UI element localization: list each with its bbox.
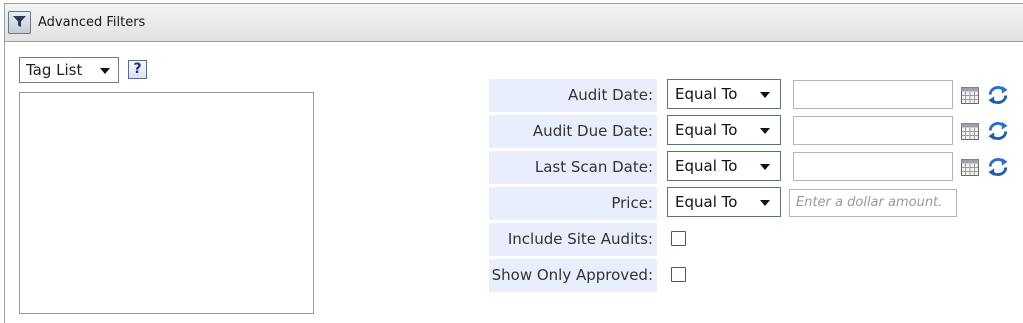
panel-header: Advanced Filters [5, 4, 1023, 42]
price-label: Price: [489, 187, 657, 220]
filter-toggle-button[interactable] [8, 11, 31, 34]
help-icon: ? [133, 61, 142, 77]
price-operator-value: Equal To [675, 193, 738, 211]
last-scan-date-input[interactable] [793, 152, 953, 181]
show-only-approved-checkbox[interactable] [671, 267, 686, 282]
audit-date-input[interactable] [793, 80, 953, 109]
last-scan-date-operator-select[interactable]: Equal To [667, 151, 781, 181]
refresh-icon[interactable] [987, 121, 1009, 141]
filter-row-show-only-approved: Show Only Approved: [489, 259, 1009, 292]
chevron-down-icon [760, 164, 770, 170]
calendar-icon[interactable] [961, 123, 979, 140]
include-site-audits-checkbox[interactable] [671, 231, 686, 246]
filter-row-price: Price: Equal To Enter a dollar amount. [489, 187, 1009, 220]
filter-row-include-site-audits: Include Site Audits: [489, 223, 1009, 256]
refresh-icon[interactable] [987, 157, 1009, 177]
audit-date-operator-select[interactable]: Equal To [667, 79, 781, 109]
audit-due-date-input[interactable] [793, 116, 953, 145]
filter-row-audit-due-date: Audit Due Date: Equal To [489, 115, 1009, 148]
audit-due-date-operator-value: Equal To [675, 121, 738, 139]
funnel-icon [13, 13, 26, 32]
chevron-down-icon [100, 68, 110, 74]
tag-list-dropdown[interactable]: Tag List [19, 57, 119, 83]
help-button[interactable]: ? [128, 60, 147, 79]
filter-row-last-scan-date: Last Scan Date: Equal To [489, 151, 1009, 184]
tag-list-selected-value: Tag List [26, 61, 83, 79]
calendar-icon[interactable] [961, 87, 979, 104]
audit-date-label: Audit Date: [489, 79, 657, 112]
advanced-filters-panel: Advanced Filters Tag List ? Audit Date: … [4, 3, 1023, 323]
last-scan-date-label: Last Scan Date: [489, 151, 657, 184]
panel-title: Advanced Filters [38, 15, 146, 30]
audit-date-operator-value: Equal To [675, 85, 738, 103]
chevron-down-icon [760, 128, 770, 134]
tag-listbox[interactable] [19, 92, 314, 314]
show-only-approved-label: Show Only Approved: [489, 259, 657, 292]
calendar-icon[interactable] [961, 159, 979, 176]
chevron-down-icon [760, 92, 770, 98]
price-operator-select[interactable]: Equal To [667, 187, 781, 217]
chevron-down-icon [760, 200, 770, 206]
audit-due-date-operator-select[interactable]: Equal To [667, 115, 781, 145]
filter-row-audit-date: Audit Date: Equal To [489, 79, 1009, 112]
price-input[interactable]: Enter a dollar amount. [789, 189, 957, 217]
last-scan-date-operator-value: Equal To [675, 157, 738, 175]
audit-due-date-label: Audit Due Date: [489, 115, 657, 148]
refresh-icon[interactable] [987, 85, 1009, 105]
include-site-audits-label: Include Site Audits: [489, 223, 657, 256]
